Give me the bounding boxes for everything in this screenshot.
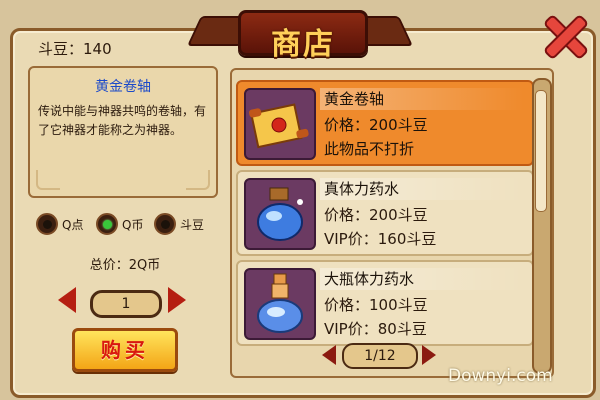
pay-option-beans[interactable]: 斗豆 <box>154 212 204 236</box>
item-detail-panel: 黄金卷轴 传说中能与神器共鸣的卷轴，有了它神器才能称之为神器。 <box>28 66 218 198</box>
quantity-field[interactable]: 1 <box>90 290 162 318</box>
item-vip-price: VIP价：80斗豆 <box>324 320 427 338</box>
radio-qcoin[interactable] <box>96 213 118 235</box>
corner-ornament <box>186 170 210 190</box>
pay-option-qcoin[interactable]: Q币 <box>96 212 143 236</box>
buy-button[interactable]: 购买 <box>72 328 178 372</box>
radio-qpoint[interactable] <box>36 213 58 235</box>
total-price: 总价：2Q币 <box>89 258 161 273</box>
item-name: 大瓶体力药水 <box>320 268 524 290</box>
item-vip-price: VIP价：160斗豆 <box>324 230 437 248</box>
item-note: 此物品不打折 <box>324 140 415 158</box>
pay-label-beans: 斗豆 <box>180 217 205 232</box>
list-item[interactable]: 真体力药水 价格：200斗豆 VIP价：160斗豆 <box>236 170 534 256</box>
close-button[interactable] <box>536 6 592 62</box>
pay-option-qpoint[interactable]: Q点 <box>36 212 83 236</box>
qty-increase-button[interactable] <box>168 287 186 313</box>
watermark: Downyi.com <box>448 366 553 386</box>
item-price: 价格：200斗豆 <box>324 116 428 134</box>
radio-beans[interactable] <box>154 213 176 235</box>
large-potion-icon <box>244 268 316 340</box>
prev-page-button[interactable] <box>322 345 336 365</box>
corner-ornament <box>36 170 60 190</box>
pay-label-qpoint: Q点 <box>62 217 84 232</box>
item-list: 黄金卷轴 价格：200斗豆 此物品不打折 真体力药水 价格：200斗豆 VIP价… <box>230 68 554 378</box>
list-item[interactable]: 大瓶体力药水 价格：100斗豆 VIP价：80斗豆 <box>236 260 534 346</box>
title-banner: 商店 <box>187 4 413 62</box>
window-title: 商店 <box>271 27 335 62</box>
shop-window: 商店 斗豆：140 黄金卷轴 传说中能与神器共鸣的卷轴，有了它神器才能称之为神器… <box>0 0 600 400</box>
item-price: 价格：200斗豆 <box>324 206 428 224</box>
page-indicator: 1/12 <box>342 343 418 369</box>
item-name: 真体力药水 <box>320 178 524 200</box>
payment-options: Q点 Q币 斗豆 <box>36 212 216 236</box>
pager: 1/12 <box>322 342 440 369</box>
scrollbar-thumb[interactable] <box>535 90 547 212</box>
item-name: 黄金卷轴 <box>320 88 524 110</box>
beans-balance: 斗豆：140 <box>38 40 112 58</box>
scroll-icon <box>244 88 316 160</box>
next-page-button[interactable] <box>422 345 436 365</box>
potion-icon <box>244 178 316 250</box>
detail-item-name: 黄金卷轴 <box>95 79 151 95</box>
qty-decrease-button[interactable] <box>58 287 76 313</box>
list-scrollbar[interactable] <box>532 78 552 374</box>
title-plate: 商店 <box>238 10 368 62</box>
list-item[interactable]: 黄金卷轴 价格：200斗豆 此物品不打折 <box>236 80 534 166</box>
pay-label-qcoin: Q币 <box>122 217 144 232</box>
item-price: 价格：100斗豆 <box>324 296 428 314</box>
detail-description: 传说中能与神器共鸣的卷轴，有了它神器才能称之为神器。 <box>38 104 207 137</box>
